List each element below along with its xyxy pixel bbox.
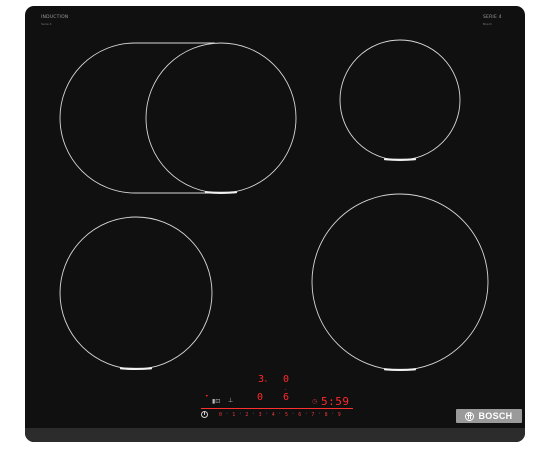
status-indicator-dot: • — [205, 393, 209, 400]
front-right-zone-outline[interactable] — [311, 193, 489, 371]
front-right-zone-marker — [383, 368, 417, 372]
bosch-brand-badge: BOSCH — [456, 409, 522, 423]
power-level-key-9[interactable]: 9 — [338, 412, 341, 418]
power-level-key-4[interactable]: 4 — [272, 412, 275, 418]
scale-separator: · — [225, 411, 229, 417]
power-level-key-7[interactable]: 7 — [311, 412, 314, 418]
scale-separator: · — [278, 411, 282, 417]
rear-left-power-suffix: ₛ — [264, 377, 268, 384]
power-level-key-2[interactable]: 2 — [245, 412, 248, 418]
cooking-zones — [59, 39, 489, 372]
bosch-logo-text: BOSCH — [478, 411, 513, 421]
flex-zone-outline[interactable] — [59, 42, 297, 194]
scale-separator: · — [304, 411, 308, 417]
power-icon[interactable] — [201, 411, 208, 418]
touch-slider-line[interactable] — [201, 408, 353, 409]
front-right-power-super: - — [284, 387, 288, 393]
timer-icon[interactable]: ◷ — [312, 399, 317, 405]
scale-separator: · — [291, 411, 295, 417]
bosch-logo-icon — [465, 411, 475, 421]
front-right-power-display[interactable]: -6 — [283, 388, 290, 403]
power-level-key-8[interactable]: 8 — [325, 412, 328, 418]
power-level-key-0[interactable]: 0 — [219, 412, 222, 418]
rear-left-power-display[interactable]: 3ₛ — [258, 375, 268, 385]
scale-separator: · — [265, 411, 269, 417]
scale-separator: · — [331, 411, 335, 417]
timer-display[interactable]: 5:59 — [321, 396, 350, 407]
front-left-zone-outline[interactable] — [59, 216, 213, 370]
cooktop-frame — [25, 428, 525, 442]
scale-separator: · — [238, 411, 242, 417]
power-level-key-1[interactable]: 1 — [232, 412, 235, 418]
flex-zone-icon[interactable]: ⊥ — [228, 398, 233, 404]
scale-separator: · — [251, 411, 255, 417]
flex-zone-marker — [204, 191, 238, 194]
rear-right-power-display[interactable]: 0 — [283, 375, 289, 385]
front-left-power-display[interactable]: 0 — [257, 393, 263, 403]
power-level-key-5[interactable]: 5 — [285, 412, 288, 418]
front-right-power-value: 6 — [283, 392, 290, 403]
front-left-zone-marker — [119, 367, 153, 371]
rear-right-zone-marker — [383, 158, 417, 161]
power-level-key-6[interactable]: 6 — [298, 412, 301, 418]
power-level-key-3[interactable]: 3 — [259, 412, 262, 418]
cooktop-glass: INDUCTION Serie 4 SERIE 4 Bosch 3ₛ 0 0 -… — [25, 6, 525, 442]
scale-separator: · — [317, 411, 321, 417]
rear-right-zone-outline[interactable] — [339, 39, 461, 161]
child-lock-icon[interactable]: ▮⊡ — [212, 399, 220, 405]
